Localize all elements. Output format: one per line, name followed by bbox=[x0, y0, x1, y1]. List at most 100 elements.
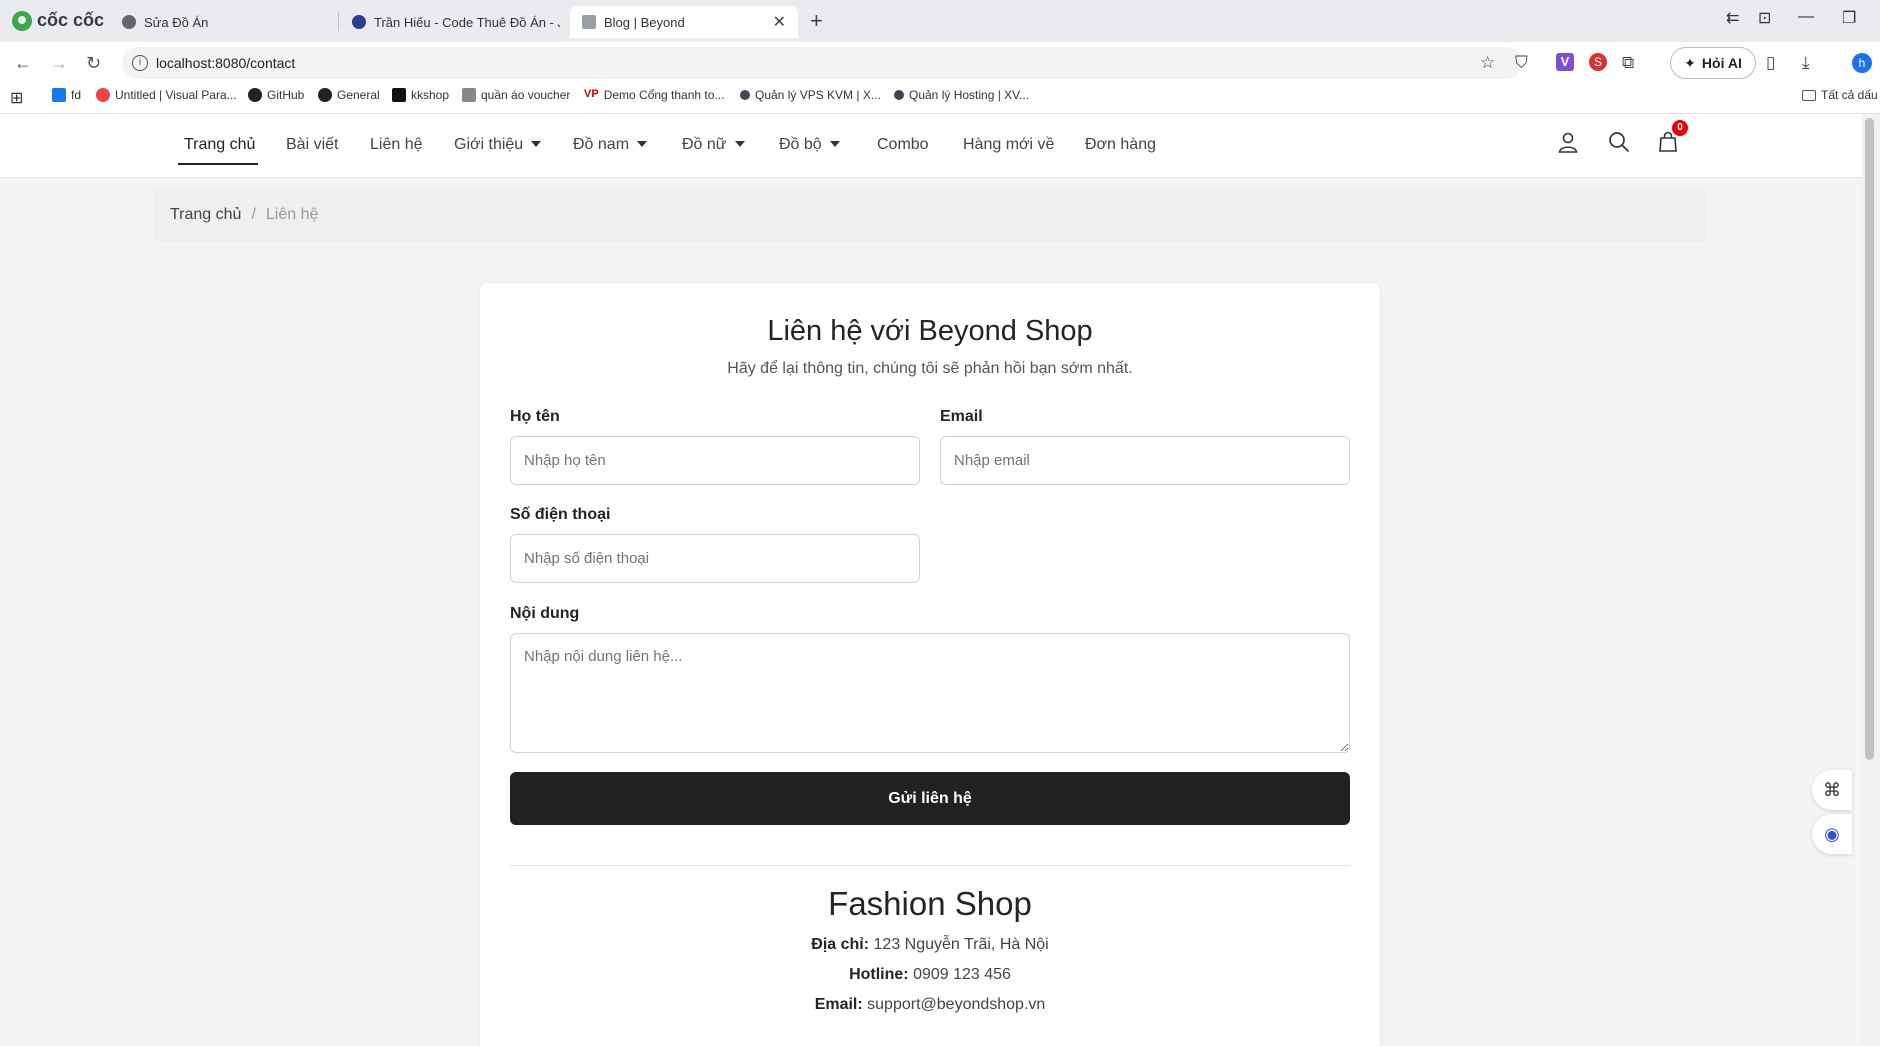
email-label: Email bbox=[940, 408, 983, 425]
page-subtitle: Hãy để lại thông tin, chúng tôi sẽ phản … bbox=[727, 360, 1133, 377]
page-favicon-icon bbox=[582, 15, 596, 29]
screenshot-icon[interactable]: ⊡ bbox=[1758, 8, 1771, 28]
email-info-value: support@beyondshop.vn bbox=[867, 996, 1046, 1013]
nav-item-orders[interactable]: Đơn hàng bbox=[1085, 136, 1156, 154]
close-tab-icon[interactable]: ✕ bbox=[773, 12, 786, 32]
user-icon[interactable] bbox=[1556, 130, 1580, 154]
nav-item-contact[interactable]: Liên hệ bbox=[370, 136, 423, 154]
phone-input[interactable] bbox=[510, 534, 920, 583]
address-bar[interactable]: i localhost:8080/contact bbox=[122, 47, 1522, 79]
name-input[interactable] bbox=[510, 436, 920, 485]
address-value: 123 Nguyễn Trãi, Hà Nội bbox=[873, 936, 1049, 953]
shop-icon bbox=[462, 88, 476, 102]
scrollbar-thumb[interactable] bbox=[1865, 118, 1874, 760]
cart-count-badge: 0 bbox=[1672, 120, 1688, 136]
nav-label: Đồ nam bbox=[573, 136, 630, 153]
ask-ai-button[interactable]: ✦ Hỏi AI bbox=[1670, 47, 1756, 79]
extensions-puzzle-icon[interactable]: ⧉ bbox=[1622, 53, 1634, 73]
browser-brand-label: cốc cốc bbox=[37, 10, 105, 30]
shop-name: Fashion Shop bbox=[828, 885, 1032, 922]
bookmark-label: Quản lý VPS KVM | X... bbox=[755, 88, 881, 102]
url-text: localhost:8080/contact bbox=[156, 55, 296, 71]
new-tab-icon[interactable]: + bbox=[810, 8, 823, 34]
restore-icon[interactable]: ❐ bbox=[1842, 8, 1856, 28]
submit-contact-button[interactable]: Gửi liên hệ bbox=[510, 772, 1350, 825]
bookmark-item[interactable]: General bbox=[318, 88, 380, 102]
extension-s-icon[interactable]: S bbox=[1589, 53, 1607, 71]
hotline-label: Hotline: bbox=[849, 966, 909, 983]
breadcrumb-current: Liên hệ bbox=[265, 206, 319, 223]
tab-tran-hieu[interactable]: Trần Hiếu - Code Thuê Đồ Án - J bbox=[340, 6, 560, 38]
shield-icon[interactable]: ⛉ bbox=[1515, 53, 1528, 73]
name-label: Họ tên bbox=[510, 408, 560, 425]
bookmark-item[interactable]: VP Demo Cổng thanh to... bbox=[584, 88, 724, 102]
bookmark-star-icon[interactable]: ☆ bbox=[1480, 53, 1495, 73]
nav-item-women[interactable]: Đồ nữ bbox=[682, 136, 745, 154]
profile-avatar[interactable]: h bbox=[1852, 53, 1872, 73]
sparkle-icon: ✦ bbox=[1684, 54, 1696, 71]
bookmark-label: Demo Cổng thanh to... bbox=[603, 88, 725, 102]
command-icon[interactable]: ⌘ bbox=[1812, 770, 1852, 810]
bookmark-item[interactable]: Untitled | Visual Para... bbox=[96, 88, 237, 102]
shop-hotline: Hotline: 0909 123 456 bbox=[480, 966, 1380, 984]
tab-title: Trần Hiếu - Code Thuê Đồ Án - J bbox=[374, 14, 560, 30]
email-input[interactable] bbox=[940, 436, 1350, 485]
page-title: Liên hệ với Beyond Shop bbox=[767, 315, 1093, 347]
bookmark-label: General bbox=[337, 88, 380, 102]
tab-blog-beyond[interactable]: Blog | Beyond ✕ bbox=[570, 6, 798, 38]
forward-icon[interactable]: → bbox=[50, 53, 68, 74]
tab-search-icon[interactable]: ⇇ bbox=[1726, 8, 1739, 28]
bookmark-item[interactable]: GitHub bbox=[248, 88, 304, 102]
reader-mode-icon[interactable]: ▯ bbox=[1766, 53, 1775, 73]
all-bookmarks[interactable]: Tất cả dấu bbox=[1802, 88, 1878, 102]
browser-brand[interactable]: cốc cốc bbox=[12, 10, 104, 31]
divider bbox=[510, 865, 1350, 866]
extension-v-icon[interactable]: V bbox=[1556, 53, 1574, 71]
bookmark-item[interactable]: quần áo voucher bbox=[462, 88, 570, 102]
tab-sua-do-an[interactable]: Sửa Đồ Án bbox=[110, 6, 330, 38]
vp-icon: VP bbox=[584, 88, 599, 100]
bookmark-item[interactable]: fd bbox=[52, 88, 81, 102]
reload-icon[interactable]: ↻ bbox=[86, 53, 101, 74]
nav-label: Giới thiệu bbox=[454, 136, 524, 153]
search-icon[interactable] bbox=[1607, 130, 1631, 154]
ask-ai-label: Hỏi AI bbox=[1701, 55, 1742, 71]
bookmark-label: fd bbox=[71, 88, 82, 102]
minimize-icon[interactable]: — bbox=[1798, 8, 1814, 26]
apps-grid-icon[interactable]: ⊞ bbox=[10, 88, 23, 108]
nav-item-new-arrivals[interactable]: Hàng mới về bbox=[963, 136, 1054, 154]
back-icon[interactable]: ← bbox=[14, 53, 32, 74]
tab-separator bbox=[338, 13, 339, 31]
bookmark-item[interactable]: Quản lý Hosting | XV... bbox=[894, 88, 1029, 102]
coccoc-logo-icon bbox=[12, 10, 32, 31]
bookmark-item[interactable]: kkshop bbox=[392, 88, 449, 102]
phone-label: Số điện thoại bbox=[510, 506, 611, 523]
nav-item-home[interactable]: Trang chủ bbox=[184, 136, 255, 154]
caret-down-icon bbox=[829, 141, 840, 147]
tran-hieu-favicon-icon bbox=[352, 15, 366, 29]
nav-item-combo[interactable]: Combo bbox=[877, 136, 929, 154]
download-icon[interactable]: ⤓ bbox=[1802, 53, 1810, 73]
caret-down-icon bbox=[531, 141, 542, 147]
bookmark-label: GitHub bbox=[267, 88, 305, 102]
nav-label: Đồ bộ bbox=[779, 136, 822, 153]
shop-email: Email: support@beyondshop.vn bbox=[480, 996, 1380, 1014]
bookmark-label: Quản lý Hosting | XV... bbox=[909, 88, 1030, 102]
facebook-icon bbox=[52, 88, 66, 102]
nav-item-men[interactable]: Đồ nam bbox=[573, 136, 648, 154]
nav-item-sets[interactable]: Đồ bộ bbox=[779, 136, 840, 154]
visual-paradigm-icon bbox=[96, 88, 110, 102]
message-textarea[interactable] bbox=[510, 633, 1350, 753]
chatbot-icon[interactable]: ◉ bbox=[1812, 814, 1852, 854]
github-icon bbox=[248, 88, 262, 102]
globe-icon bbox=[122, 15, 136, 29]
address-label: Địa chỉ: bbox=[811, 936, 870, 953]
hotline-value: 0909 123 456 bbox=[913, 966, 1011, 983]
nav-item-about[interactable]: Giới thiệu bbox=[454, 136, 542, 154]
bookmark-item[interactable]: Quản lý VPS KVM | X... bbox=[740, 88, 881, 102]
tab-title: Sửa Đồ Án bbox=[144, 14, 209, 30]
breadcrumb-home[interactable]: Trang chủ bbox=[170, 206, 241, 224]
nav-item-posts[interactable]: Bài viết bbox=[286, 136, 338, 154]
bookmark-label: kkshop bbox=[411, 88, 450, 102]
site-info-icon[interactable]: i bbox=[132, 55, 148, 71]
